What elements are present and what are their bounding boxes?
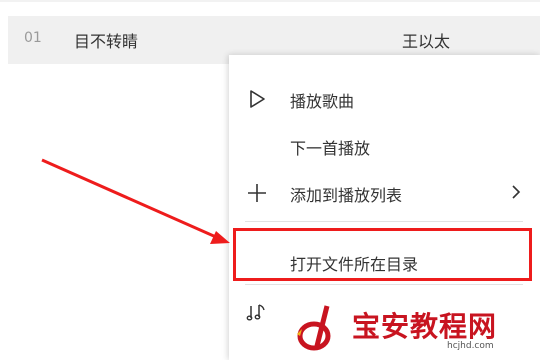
watermark-text: 宝安教程网: [352, 310, 498, 343]
watermark-url: hcjhd.com: [447, 341, 494, 351]
